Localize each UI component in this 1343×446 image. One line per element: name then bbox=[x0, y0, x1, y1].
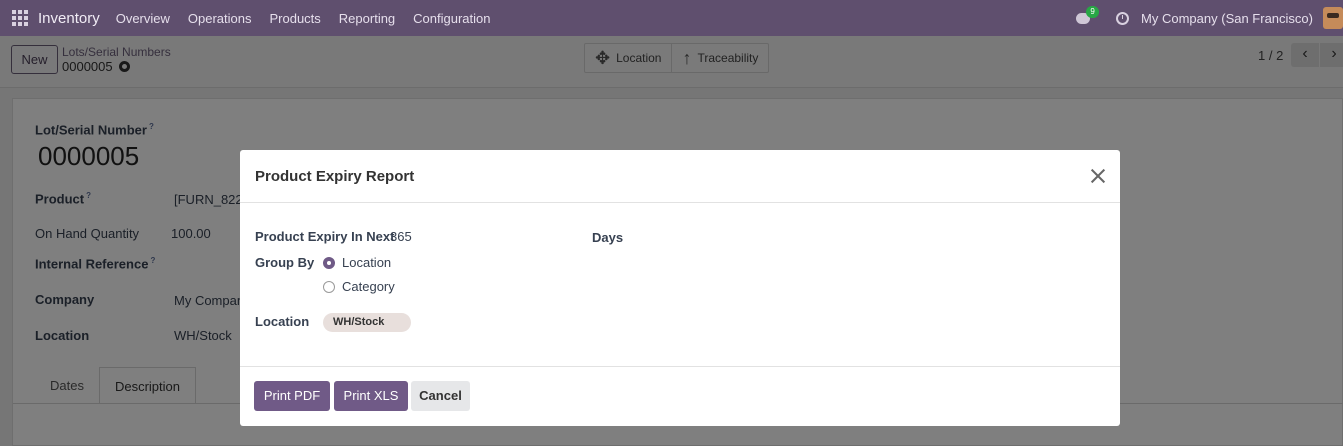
radio-location-label: Location bbox=[342, 255, 392, 270]
activity-clock-icon[interactable] bbox=[1116, 11, 1130, 25]
menu-item-operations[interactable]: Operations bbox=[188, 11, 252, 26]
menu-item-overview[interactable]: Overview bbox=[116, 11, 170, 26]
location-tag[interactable]: WH/Stock bbox=[323, 313, 411, 332]
expiry-label-text: Product Expiry In Next bbox=[255, 229, 395, 244]
expiry-label: Product Expiry In Next bbox=[255, 229, 394, 244]
radio-category[interactable] bbox=[323, 280, 335, 293]
print-xls-button[interactable]: Print XLS bbox=[334, 381, 408, 411]
main-menu: Overview Operations Products Reporting C… bbox=[116, 11, 509, 26]
menu-item-configuration[interactable]: Configuration bbox=[413, 11, 490, 26]
menu-item-products[interactable]: Products bbox=[269, 11, 320, 26]
group-by-location-option[interactable]: Location bbox=[323, 255, 391, 270]
user-avatar[interactable] bbox=[1323, 7, 1343, 29]
days-label: Days bbox=[592, 230, 624, 245]
group-by-label: Group By bbox=[255, 255, 315, 270]
apps-grid-icon[interactable] bbox=[12, 10, 28, 26]
navbar-right: 9 My Company (San Francisco) bbox=[1076, 0, 1343, 36]
expiry-days-input[interactable]: 365 bbox=[390, 229, 412, 244]
chat-badge: 9 bbox=[1086, 6, 1100, 18]
company-switcher[interactable]: My Company (San Francisco) bbox=[1141, 11, 1313, 26]
dialog-footer: Print PDF Print XLS Cancel bbox=[240, 366, 1120, 426]
top-navbar: Inventory Overview Operations Products R… bbox=[0, 0, 1343, 36]
chat-icon[interactable]: 9 bbox=[1076, 6, 1100, 25]
app-name[interactable]: Inventory bbox=[38, 10, 100, 27]
cancel-button[interactable]: Cancel bbox=[411, 381, 470, 411]
dialog-header: Product Expiry Report bbox=[240, 150, 1120, 203]
print-pdf-button[interactable]: Print PDF bbox=[254, 381, 330, 411]
radio-category-label: Category bbox=[342, 279, 395, 294]
close-icon[interactable] bbox=[1089, 167, 1107, 185]
radio-location[interactable] bbox=[323, 256, 335, 269]
dialog-title: Product Expiry Report bbox=[255, 168, 415, 185]
menu-item-reporting[interactable]: Reporting bbox=[339, 11, 395, 26]
group-by-category-option[interactable]: Category bbox=[323, 279, 395, 294]
location-filter-label: Location bbox=[255, 314, 310, 329]
product-expiry-dialog: Product Expiry Report Product Expiry In … bbox=[240, 150, 1120, 426]
